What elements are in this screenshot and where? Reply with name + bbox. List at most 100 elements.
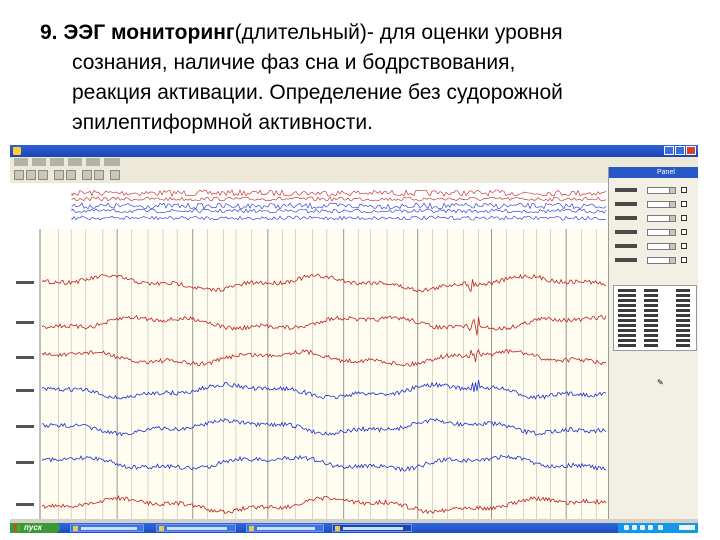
table-cell [676, 344, 690, 347]
tray-icon[interactable] [632, 525, 637, 530]
start-button[interactable]: пуск [10, 523, 60, 533]
panel-row [609, 201, 698, 208]
windows-flag-icon [14, 525, 20, 531]
pen-icon[interactable]: ✎ [657, 379, 664, 387]
table-cell [618, 329, 636, 332]
toolbar-button[interactable] [94, 170, 104, 180]
menu-item[interactable] [32, 158, 46, 166]
toolbar-button[interactable] [82, 170, 92, 180]
stage-duration-table [613, 285, 697, 351]
table-cell [676, 324, 690, 327]
heading-text-1: (длительный)- для оценки уровня [234, 21, 563, 44]
panel-row [609, 187, 698, 194]
panel-row [609, 243, 698, 250]
tray-icon[interactable] [648, 525, 653, 530]
window-icon [159, 526, 164, 531]
eeg-signal-canvas [40, 229, 608, 519]
toolbar-button[interactable] [38, 170, 48, 180]
table-cell [676, 304, 690, 307]
table-cell [644, 319, 658, 322]
table-cell [644, 309, 658, 312]
panel-checkbox[interactable] [681, 201, 687, 207]
table-cell [618, 339, 636, 342]
table-cell [644, 339, 658, 342]
table-cell [618, 304, 636, 307]
table-cell [676, 314, 690, 317]
table-cell [618, 299, 636, 302]
panel-row [609, 215, 698, 222]
maximize-icon[interactable] [675, 146, 685, 155]
heading-line-1: 9. ЭЭГ мониторинг(длительный)- для оценк… [40, 18, 700, 48]
panel-title: Panel [657, 169, 675, 176]
channel-label [16, 461, 34, 464]
panel-checkbox[interactable] [681, 243, 687, 249]
chevron-down-icon[interactable] [669, 215, 676, 222]
chevron-down-icon[interactable] [669, 257, 676, 264]
menu-item[interactable] [14, 158, 28, 166]
taskbar-item-active[interactable] [332, 524, 412, 532]
panel-checkbox[interactable] [681, 215, 687, 221]
chevron-down-icon[interactable] [669, 229, 676, 236]
table-cell [676, 289, 690, 292]
close-icon[interactable] [686, 146, 696, 155]
toolbar-button[interactable] [66, 170, 76, 180]
app-icon [13, 147, 21, 155]
taskbar-item[interactable] [70, 524, 144, 532]
table-cell [618, 294, 636, 297]
table-cell [644, 314, 658, 317]
table-cell [618, 309, 636, 312]
menu-item[interactable] [104, 158, 120, 166]
channel-label [16, 503, 34, 506]
table-cell [644, 304, 658, 307]
table-cell [644, 299, 658, 302]
panel-checkbox[interactable] [681, 187, 687, 193]
tray-icon[interactable] [624, 525, 629, 530]
table-cell [676, 329, 690, 332]
panel-row-label [615, 216, 637, 220]
panel-row-label [615, 202, 637, 206]
window-titlebar[interactable] [10, 145, 698, 157]
tray-icon[interactable] [658, 525, 663, 530]
menu-item[interactable] [50, 158, 64, 166]
table-cell [644, 324, 658, 327]
panel-checkbox[interactable] [681, 229, 687, 235]
table-cell [676, 339, 690, 342]
table-cell [676, 309, 690, 312]
chevron-down-icon[interactable] [669, 201, 676, 208]
menu-item[interactable] [86, 158, 100, 166]
tray-clock [679, 525, 695, 530]
menu-item[interactable] [68, 158, 82, 166]
panel-titlebar: Panel [609, 167, 698, 178]
panel-row [609, 257, 698, 264]
table-cell [618, 289, 636, 292]
window-icon [249, 526, 254, 531]
tray-icon[interactable] [640, 525, 645, 530]
heading-line-3: реакция активации. Определение без судор… [72, 81, 563, 104]
table-cell [676, 319, 690, 322]
menubar [10, 157, 698, 167]
table-cell [676, 294, 690, 297]
toolbar-button[interactable] [110, 170, 120, 180]
slide-heading: 9. ЭЭГ мониторинг(длительный)- для оценк… [40, 18, 700, 138]
eeg-view[interactable] [10, 183, 608, 519]
toolbar-button[interactable] [26, 170, 36, 180]
toolbar [10, 167, 610, 184]
chevron-down-icon[interactable] [669, 187, 676, 194]
toolbar-button[interactable] [54, 170, 64, 180]
control-panel: Panel ✎ [608, 167, 698, 519]
table-cell [644, 344, 658, 347]
heading-line-4: эпилептиформной активности. [72, 111, 373, 134]
panel-row-label [615, 188, 637, 192]
channel-label [16, 281, 34, 284]
channel-label [16, 356, 34, 359]
taskbar-item[interactable] [156, 524, 236, 532]
panel-checkbox[interactable] [681, 257, 687, 263]
window-icon [73, 526, 78, 531]
system-tray [618, 523, 698, 533]
toolbar-button[interactable] [14, 170, 24, 180]
taskbar-item[interactable] [246, 524, 324, 532]
minimize-icon[interactable] [664, 146, 674, 155]
table-cell [618, 314, 636, 317]
chevron-down-icon[interactable] [669, 243, 676, 250]
table-cell [644, 334, 658, 337]
